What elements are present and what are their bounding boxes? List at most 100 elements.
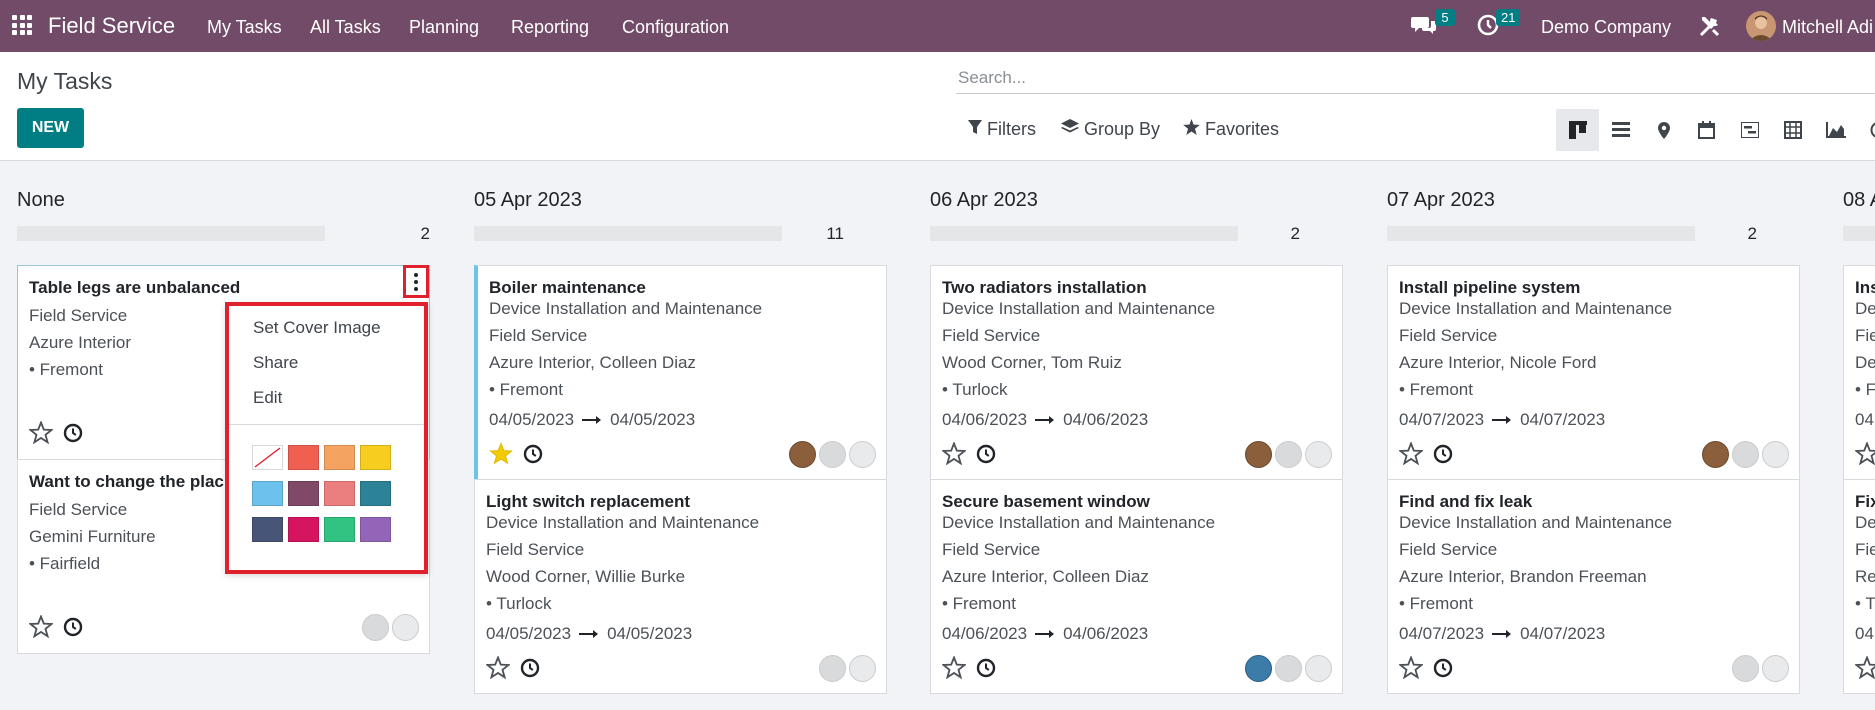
task-name: Want to change the plac	[29, 472, 224, 491]
user-avatar[interactable]	[1746, 11, 1776, 41]
column-title: 06 Apr 2023	[930, 189, 1038, 211]
star-icon[interactable]	[941, 441, 967, 470]
avatar[interactable]	[849, 441, 876, 468]
menu-my-tasks[interactable]: My Tasks	[207, 17, 282, 38]
new-button[interactable]: NEW	[17, 108, 84, 148]
activity-clock-icon[interactable]	[523, 444, 543, 469]
avatar[interactable]	[1305, 441, 1332, 468]
avatar[interactable]	[1275, 441, 1302, 468]
task-card[interactable]: Install pipeline system Device Installat…	[1387, 265, 1800, 480]
pivot-view-icon[interactable]	[1771, 109, 1814, 151]
task-card[interactable]: Ins De Fie De • F 04	[1843, 265, 1875, 480]
star-icon[interactable]	[941, 655, 967, 684]
star-icon[interactable]	[28, 614, 54, 643]
map-view-icon[interactable]	[1642, 109, 1685, 151]
task-card[interactable]: Fix De Fie Re • T 04	[1843, 479, 1875, 694]
set-cover-image-option[interactable]: Set Cover Image	[253, 318, 381, 338]
task-card[interactable]: Find and fix leak Device Installation an…	[1387, 479, 1800, 694]
color-swatch-purple[interactable]	[360, 517, 391, 542]
star-icon[interactable]	[1398, 655, 1424, 684]
color-swatch-red[interactable]	[288, 445, 319, 470]
layers-icon	[1061, 119, 1079, 140]
star-icon[interactable]	[1854, 655, 1875, 684]
messages-icon[interactable]	[1411, 13, 1437, 42]
color-swatch-fuchsia[interactable]	[288, 517, 319, 542]
activity-clock-icon[interactable]	[976, 658, 996, 683]
date-to: 04/05/2023	[610, 410, 696, 429]
gantt-view-icon[interactable]	[1728, 109, 1771, 151]
activity-clock-icon[interactable]	[976, 444, 996, 469]
avatar[interactable]	[789, 441, 816, 468]
color-swatch-yellow[interactable]	[360, 445, 391, 470]
avatar[interactable]	[1732, 655, 1759, 682]
activity-clock-icon[interactable]	[63, 423, 83, 448]
group-by-button[interactable]: Group By	[1061, 119, 1160, 140]
menu-configuration[interactable]: Configuration	[622, 17, 729, 38]
color-swatch-medium-blue[interactable]	[360, 481, 391, 506]
avatar[interactable]	[1762, 441, 1789, 468]
avatar[interactable]	[849, 655, 876, 682]
star-icon[interactable]	[485, 655, 511, 684]
activity-clock-icon[interactable]	[1433, 658, 1453, 683]
company-switcher[interactable]: Demo Company	[1541, 17, 1671, 38]
color-swatch-orange[interactable]	[324, 445, 355, 470]
avatar[interactable]	[1305, 655, 1332, 682]
assignees	[1245, 655, 1332, 682]
control-panel: My Tasks NEW Filters Group By Favorites	[0, 52, 1875, 161]
apps-menu-icon[interactable]	[12, 15, 32, 35]
menu-planning[interactable]: Planning	[409, 17, 479, 38]
list-view-icon[interactable]	[1599, 109, 1642, 151]
date-to: 04/05/2023	[607, 624, 693, 643]
task-card[interactable]: Light switch replacement Device Installa…	[474, 479, 887, 694]
task-team: Field Service	[942, 326, 1041, 345]
activity-clock-icon[interactable]	[1433, 444, 1453, 469]
color-swatch-light-blue[interactable]	[252, 481, 283, 506]
avatar[interactable]	[819, 655, 846, 682]
color-swatch-none[interactable]	[252, 445, 283, 470]
task-card[interactable]: Two radiators installation Device Instal…	[930, 265, 1343, 480]
kanban-view-icon[interactable]	[1556, 109, 1599, 151]
color-swatch-salmon-pink[interactable]	[324, 481, 355, 506]
graph-view-icon[interactable]	[1814, 109, 1857, 151]
debug-tools-icon[interactable]	[1697, 13, 1723, 44]
menu-reporting[interactable]: Reporting	[511, 17, 589, 38]
edit-option[interactable]: Edit	[253, 388, 282, 408]
task-team: Field Service	[1399, 540, 1498, 559]
avatar[interactable]	[1245, 655, 1272, 682]
task-customer: Wood Corner, Tom Ruiz	[942, 353, 1122, 372]
menu-all-tasks[interactable]: All Tasks	[310, 17, 381, 38]
date-from: 04/07/2023	[1399, 624, 1485, 643]
avatar[interactable]	[362, 614, 389, 641]
star-icon[interactable]	[28, 420, 54, 449]
favorites-button[interactable]: Favorites	[1183, 119, 1279, 140]
avatar[interactable]	[1245, 441, 1272, 468]
user-name[interactable]: Mitchell Adi	[1782, 17, 1873, 38]
card-menu-kebab-icon[interactable]	[403, 265, 429, 298]
avatar[interactable]	[1732, 441, 1759, 468]
avatar[interactable]	[392, 614, 419, 641]
share-option[interactable]: Share	[253, 353, 298, 373]
avatar[interactable]	[819, 441, 846, 468]
star-icon[interactable]	[1854, 441, 1875, 470]
app-name[interactable]: Field Service	[48, 13, 175, 39]
filters-button[interactable]: Filters	[968, 119, 1036, 140]
task-project: Device Installation and Maintenance	[1399, 513, 1673, 532]
star-icon[interactable]	[1398, 441, 1424, 470]
calendar-view-icon[interactable]	[1685, 109, 1728, 151]
search-input[interactable]	[956, 62, 1875, 94]
task-dates: 04/05/2023 04/05/2023	[486, 624, 692, 644]
color-swatch-green[interactable]	[324, 517, 355, 542]
star-filled-icon[interactable]	[489, 442, 513, 470]
activity-clock-icon[interactable]	[63, 617, 83, 642]
activity-clock-icon[interactable]	[520, 658, 540, 683]
task-card[interactable]: Secure basement window Device Installati…	[930, 479, 1343, 694]
color-swatch-dark-blue[interactable]	[252, 517, 283, 542]
activity-view-icon[interactable]	[1857, 109, 1875, 151]
task-project: Device Installation and Maintenance	[1399, 299, 1673, 318]
task-card[interactable]: Boiler maintenance Device Installation a…	[474, 265, 887, 480]
avatar[interactable]	[1762, 655, 1789, 682]
avatar[interactable]	[1275, 655, 1302, 682]
color-swatch-dark-purple[interactable]	[288, 481, 319, 506]
avatar[interactable]	[1702, 441, 1729, 468]
task-project: De	[1855, 299, 1875, 318]
